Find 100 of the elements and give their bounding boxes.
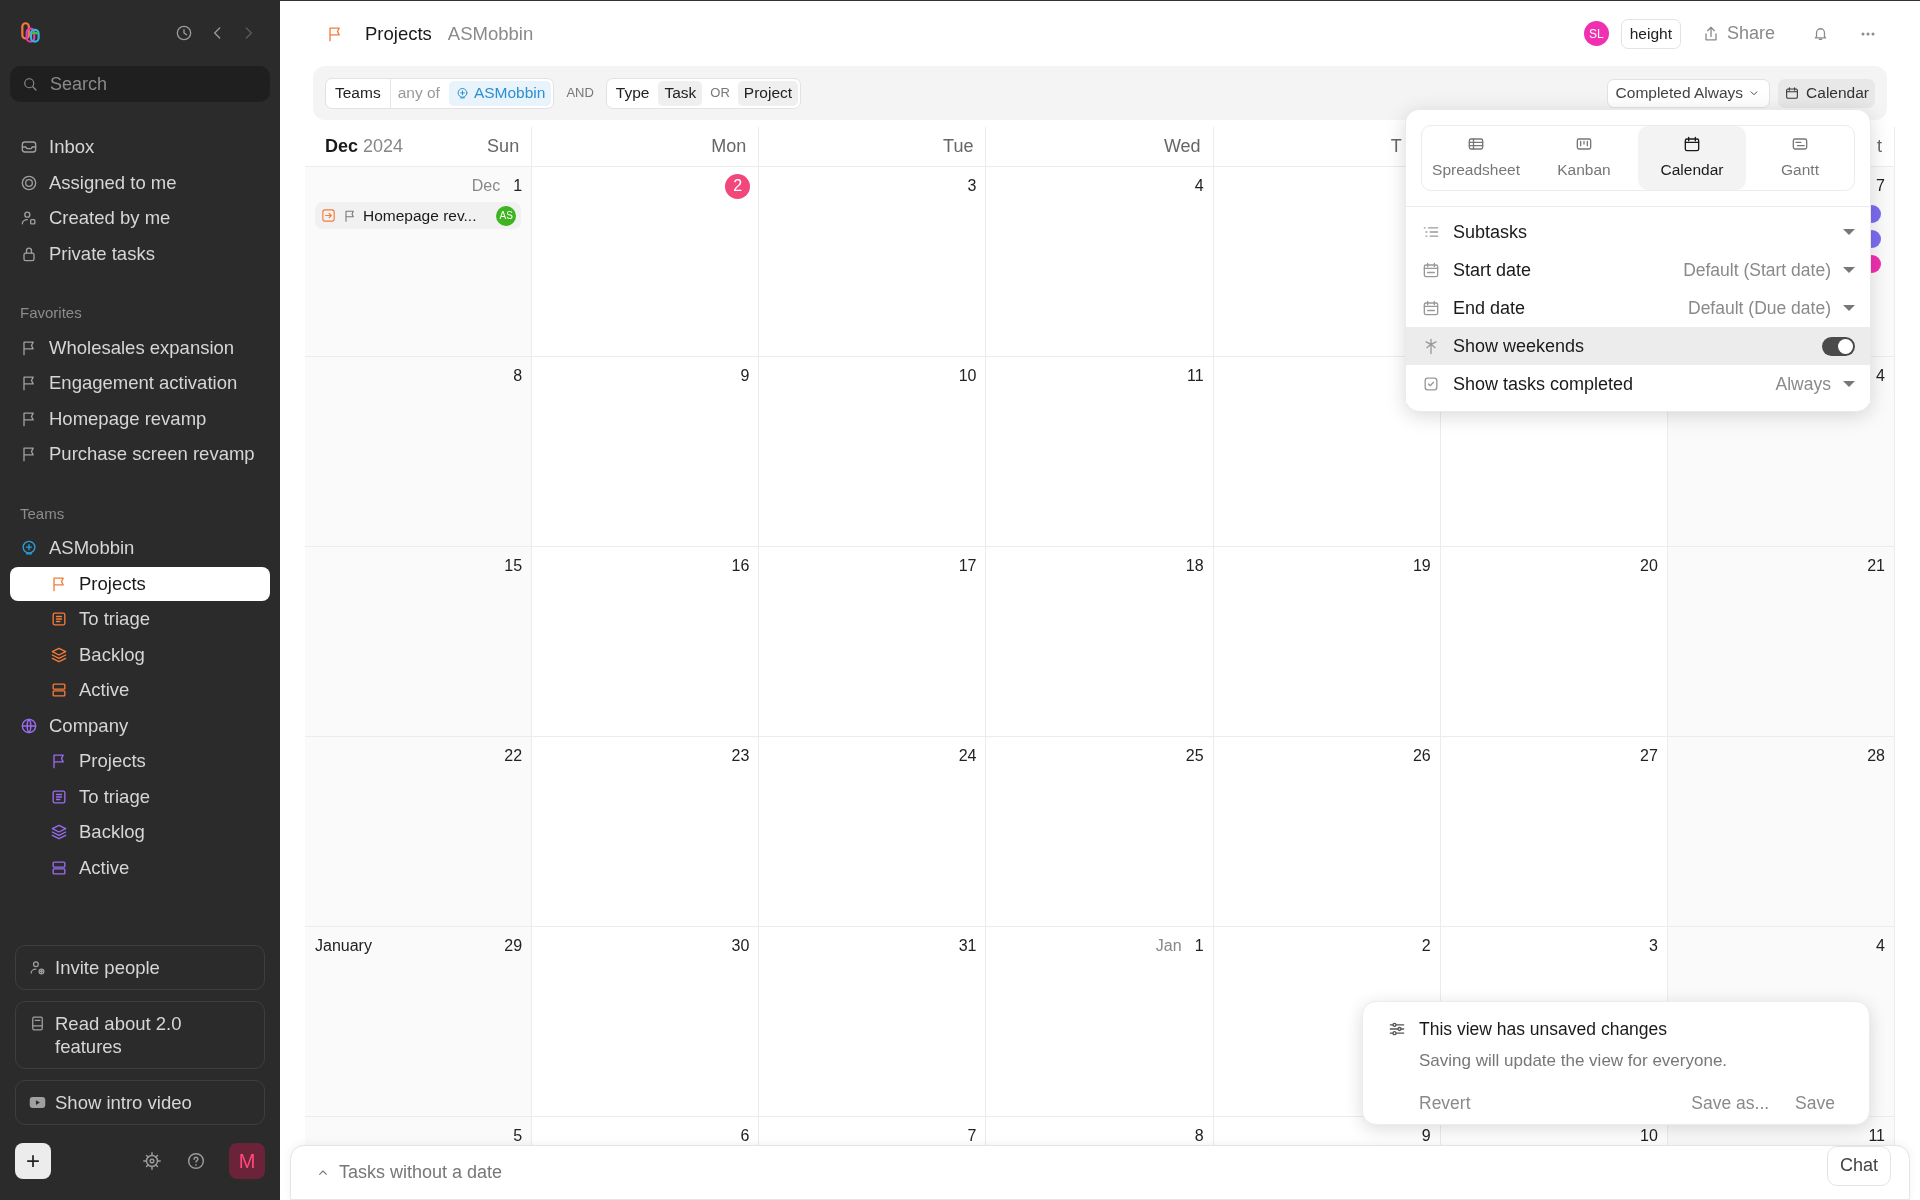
day-number[interactable]: 30 [730,934,751,958]
day-number[interactable]: 9 [1420,1124,1432,1145]
view-tab[interactable]: Kanban [1530,126,1638,190]
sidebar-button[interactable]: Show intro video [15,1080,265,1125]
sidebar-item[interactable]: Assigned to me [10,165,270,200]
calendar-icon [1784,85,1801,101]
new-button[interactable]: + [15,1143,51,1179]
sidebar-item[interactable]: Wholesales expansion [10,330,270,365]
toast-action[interactable]: Save as... [1691,1089,1770,1116]
day-number[interactable]: 10 [1639,1124,1659,1145]
day-number[interactable]: 20 [1639,554,1659,578]
weekday-label: Mon [711,135,747,158]
calendar-icon [1421,298,1441,318]
sidebar-item[interactable]: Backlog [10,815,270,849]
share-button[interactable]: Share [1700,20,1775,47]
caret-icon [1843,305,1855,311]
day-number[interactable]: 9 [739,364,751,388]
toast-message: Saving will update the view for everyone. [1419,1050,1729,1073]
toggle-switch[interactable] [1822,336,1855,356]
layers-icon [49,822,69,842]
search-field[interactable]: Search [10,66,270,102]
sidebar-item[interactable]: To triage [10,602,270,636]
menu-option[interactable]: Show weekends [1406,327,1870,365]
day-number[interactable]: 5 [512,1124,524,1145]
day-number[interactable]: 8 [1193,1124,1205,1145]
day-number[interactable]: 3 [966,174,978,198]
day-number[interactable]: 8 [512,364,524,388]
day-number[interactable]: 23 [730,744,751,768]
sidebar-item[interactable]: Purchase screen revamp [10,437,270,471]
toast-action[interactable]: Save [1795,1089,1835,1116]
day-number[interactable]: 3 [1647,934,1659,958]
view-button[interactable]: Calendar [1778,78,1875,108]
view-tab[interactable]: Spreadsheet [1422,126,1530,190]
filter-value: Teams [334,83,382,104]
chat-button[interactable]: Chat [1826,1145,1891,1186]
view-tab[interactable]: Calendar [1638,126,1746,190]
help-icon[interactable] [185,1150,207,1172]
day-number[interactable]: 4 [1193,174,1205,198]
month-label: Jan [1155,936,1182,956]
day-number[interactable]: 10 [957,364,978,388]
day-number[interactable]: 2 [725,173,751,199]
sidebar-item[interactable]: Inbox [10,130,270,164]
sidebar-item[interactable]: To triage [10,779,270,814]
sidebar-item[interactable]: Homepage revamp [10,401,270,436]
day-number[interactable]: 11 [1185,364,1205,388]
filter-value[interactable]: Project [737,80,799,106]
day-number[interactable]: 4 [1875,934,1886,958]
day-number[interactable]: 7 [966,1124,978,1145]
sidebar-item[interactable]: Created by me [10,201,270,235]
day-number[interactable]: 4 [1875,364,1886,388]
sidebar-item[interactable]: Backlog [10,637,270,672]
clock-icon[interactable] [174,23,194,43]
workspace-button[interactable]: height [1620,18,1681,49]
day-number[interactable]: 29 [503,934,524,958]
day-number[interactable]: 25 [1184,744,1205,768]
day-number[interactable]: 21 [1866,554,1886,578]
day-number[interactable]: 1 [512,174,524,198]
day-number[interactable]: 26 [1411,744,1432,768]
filter-value[interactable]: Task [658,80,703,106]
menu-option[interactable]: End date Default (Due date) [1406,289,1870,327]
user-avatar[interactable]: SL [1583,21,1609,46]
sidebar-item[interactable]: Active [10,850,270,885]
day-number[interactable]: 17 [957,554,978,578]
caret-icon [1843,229,1855,235]
day-number[interactable]: 28 [1866,744,1886,768]
day-number[interactable]: 2 [1420,934,1432,958]
day-number[interactable]: 27 [1639,744,1659,768]
caret-icon [1843,381,1855,387]
sidebar-item[interactable]: Active [10,673,270,707]
sidebar-item[interactable]: ASMobbin [10,531,270,565]
day-number[interactable]: 11 [1867,1124,1886,1145]
sidebar-item[interactable]: Projects [10,566,270,601]
month-label: January [315,936,372,956]
section-heading: Favorites [19,303,83,323]
day-number[interactable]: 31 [957,934,978,958]
day-number[interactable]: 16 [730,554,751,578]
day-number[interactable]: 24 [957,744,978,768]
day-number[interactable]: 6 [739,1124,751,1145]
sidebar-item[interactable]: Company [10,708,270,743]
menu-option[interactable]: Show tasks completed Always [1406,365,1870,403]
day-number[interactable]: 7 [1875,174,1886,198]
sidebar-item[interactable]: Projects [10,744,270,778]
day-number[interactable]: 1 [1193,934,1205,958]
view-tab[interactable]: Gantt [1746,126,1854,190]
sidebar-item[interactable]: Private tasks [10,236,270,271]
sidebar-item[interactable]: Engagement activation [10,366,270,400]
event-chip[interactable]: Homepage rev... AS [315,202,522,229]
day-number[interactable]: 19 [1411,554,1432,578]
month-label: Dec [471,176,501,196]
settings-icon[interactable] [141,1150,163,1172]
completed-dropdown[interactable]: Completed Always [1606,78,1771,108]
menu-option[interactable]: Subtasks [1406,213,1870,251]
day-number[interactable]: 22 [503,744,524,768]
filter-chip[interactable]: Type Task OR Project [605,77,802,109]
tasks-without-date-toggle[interactable]: Tasks without a date [315,1159,503,1186]
day-number[interactable]: 15 [503,554,524,578]
day-number[interactable]: 18 [1184,554,1205,578]
sidebar-button[interactable]: Invite people [15,945,265,990]
menu-option[interactable]: Start date Default (Start date) [1406,251,1870,289]
sidebar-button[interactable]: Read about 2.0 features [15,1001,265,1069]
